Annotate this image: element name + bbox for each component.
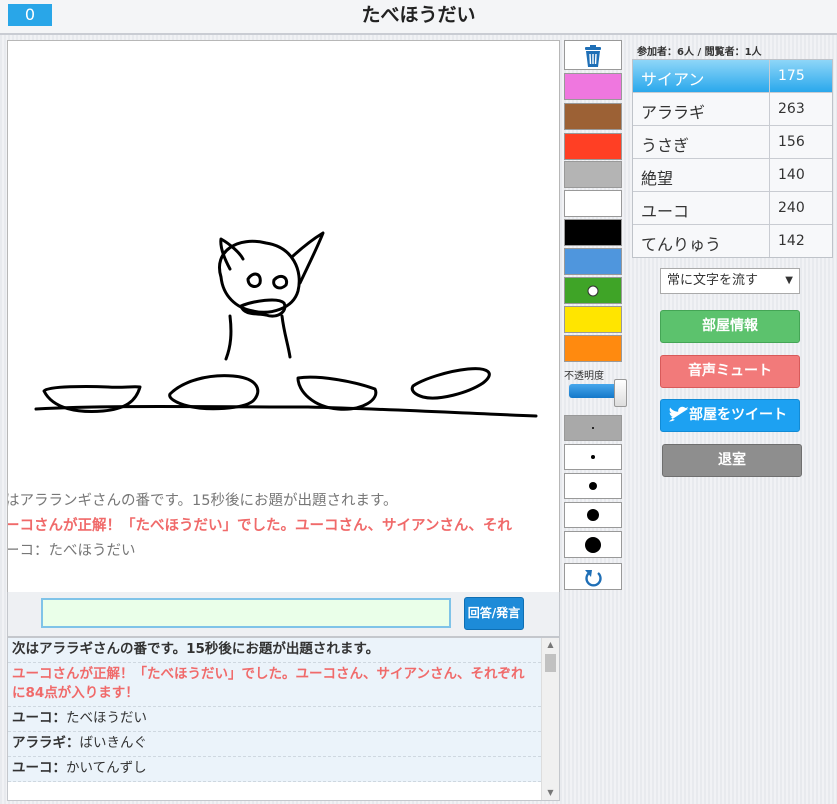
player-name: サイアン bbox=[641, 70, 705, 89]
player-row: アララギ 263 bbox=[633, 92, 832, 125]
pen-dot-icon bbox=[591, 455, 595, 459]
player-row: 絶望 140 bbox=[633, 158, 832, 191]
log-text: かいてんずし bbox=[66, 760, 147, 776]
text-flow-select[interactable]: 常に文字を流す ▼ bbox=[660, 268, 800, 294]
selected-indicator-icon bbox=[587, 285, 599, 296]
player-score: 240 bbox=[769, 192, 832, 224]
room-info-button[interactable]: 部屋情報 bbox=[660, 310, 800, 343]
drawing-canvas[interactable]: はアラランギさんの番です。15秒後にお題が出題されます。 ーコさんが正解！「たべ… bbox=[7, 40, 560, 593]
color-swatch[interactable] bbox=[564, 73, 622, 100]
stroke-plate-3 bbox=[296, 375, 378, 411]
stroke-plate-4 bbox=[410, 367, 491, 400]
log-row: ユーコ：たべほうだい bbox=[8, 707, 541, 732]
player-name: うさぎ bbox=[641, 136, 690, 155]
player-name: アララギ bbox=[641, 103, 706, 122]
log-row: アララギ：ばいきんぐ bbox=[8, 732, 541, 757]
canvas-message: ーコ：たべほうだい bbox=[7, 543, 136, 559]
log-row: ユーコさんが正解！「たべほうだい」でした。ユーコさん、サイアンさん、それぞれに8… bbox=[8, 663, 541, 707]
opacity-label: 不透明度 bbox=[564, 371, 604, 382]
twitter-bird-icon bbox=[668, 406, 689, 422]
log-name: ユーコ： bbox=[12, 710, 66, 726]
player-row: サイアン 175 bbox=[633, 60, 832, 92]
stroke-ear-right bbox=[291, 231, 325, 285]
pen-size-option[interactable] bbox=[564, 473, 622, 499]
player-name: てんりゅう bbox=[641, 235, 722, 254]
chevron-down-icon: ▼ bbox=[785, 275, 793, 286]
pen-dot-icon bbox=[585, 536, 601, 553]
log-text: たべほうだい bbox=[66, 710, 147, 726]
log-row: 次はアララギさんの番です。15秒後にお題が出題されます。 bbox=[8, 638, 541, 663]
player-row: うさぎ 156 bbox=[633, 125, 832, 158]
log-name: ユーコ： bbox=[12, 760, 66, 776]
exit-button[interactable]: 退室 bbox=[662, 444, 802, 477]
color-swatch[interactable] bbox=[564, 103, 622, 130]
player-list: サイアン 175 アララギ 263 うさぎ 156 絶望 140 ユーコ 240 てんりゅう 142 bbox=[632, 59, 833, 258]
opacity-slider-handle[interactable] bbox=[614, 379, 627, 407]
player-score: 263 bbox=[769, 93, 832, 125]
stroke-plate-2 bbox=[168, 374, 260, 411]
stroke-eye-left bbox=[246, 272, 262, 288]
pen-size-option[interactable] bbox=[564, 415, 622, 441]
color-swatch[interactable] bbox=[564, 335, 622, 362]
chat-log: 次はアララギさんの番です。15秒後にお題が出題されます。 ユーコさんが正解！「た… bbox=[7, 637, 560, 801]
player-score: 175 bbox=[769, 60, 832, 92]
player-row: てんりゅう 142 bbox=[633, 224, 832, 257]
pen-size-option[interactable] bbox=[564, 531, 622, 558]
pen-dot-icon bbox=[592, 427, 594, 429]
player-score: 140 bbox=[769, 159, 832, 191]
log-name: アララギ： bbox=[12, 735, 80, 751]
player-name: ユーコ bbox=[641, 202, 690, 221]
tweet-button[interactable]: 部屋をツイート bbox=[660, 399, 800, 432]
log-text: ばいきんぐ bbox=[79, 735, 148, 751]
color-swatch[interactable] bbox=[564, 306, 622, 333]
pen-dot-icon bbox=[587, 509, 599, 521]
player-row: ユーコ 240 bbox=[633, 191, 832, 224]
stroke-neck bbox=[224, 314, 292, 361]
log-row: ユーコ：かいてんずし bbox=[8, 757, 541, 782]
undo-button[interactable] bbox=[564, 563, 622, 590]
player-score: 156 bbox=[769, 126, 832, 158]
timer-badge: 0 bbox=[8, 4, 52, 26]
scroll-thumb[interactable] bbox=[545, 654, 556, 672]
color-swatch[interactable] bbox=[564, 161, 622, 188]
color-swatch[interactable] bbox=[564, 190, 622, 217]
log-scrollbar[interactable]: ▲ ▼ bbox=[541, 638, 559, 800]
header-bar: たべほうだい 0 bbox=[0, 0, 837, 35]
trash-icon bbox=[585, 45, 601, 67]
canvas-message: はアラランギさんの番です。15秒後にお題が出題されます。 bbox=[7, 493, 398, 509]
clear-canvas-button[interactable] bbox=[564, 40, 622, 70]
opacity-slider[interactable] bbox=[569, 384, 617, 398]
color-swatch[interactable] bbox=[564, 277, 622, 304]
scroll-down-icon[interactable]: ▼ bbox=[542, 786, 559, 800]
answer-button[interactable]: 回答/発言 bbox=[464, 597, 524, 630]
color-swatch[interactable] bbox=[564, 219, 622, 246]
canvas-message: ーコさんが正解！「たべほうだい」でした。ユーコさん、サイアンさん、それ bbox=[7, 518, 512, 534]
player-name: 絶望 bbox=[641, 169, 674, 188]
color-swatch[interactable] bbox=[564, 133, 622, 160]
pen-dot-icon bbox=[589, 482, 597, 490]
undo-icon bbox=[585, 570, 602, 587]
pen-size-option[interactable] bbox=[564, 444, 622, 470]
log-text: 次はアララギさんの番です。15秒後にお題が出題されます。 bbox=[12, 641, 380, 657]
stroke-mouth bbox=[239, 298, 287, 318]
page-title: たべほうだい bbox=[361, 4, 476, 26]
scroll-up-icon[interactable]: ▲ bbox=[542, 638, 559, 652]
answer-input[interactable] bbox=[41, 598, 451, 628]
participant-count: 参加者：6人 / 閲覧者：1人 bbox=[637, 47, 762, 58]
mute-button[interactable]: 音声ミュート bbox=[660, 355, 800, 388]
tweet-button-label: 部屋をツイート bbox=[689, 407, 787, 423]
pen-size-option[interactable] bbox=[564, 502, 622, 528]
answer-bar: 回答/発言 bbox=[7, 592, 560, 637]
player-score: 142 bbox=[769, 225, 832, 257]
text-flow-select-value: 常に文字を流す bbox=[667, 273, 759, 288]
stroke-eye-right bbox=[272, 274, 289, 290]
color-swatch[interactable] bbox=[564, 248, 622, 275]
log-text: ユーコさんが正解！「たべほうだい」でした。ユーコさん、サイアンさん、それぞれに8… bbox=[12, 666, 525, 701]
